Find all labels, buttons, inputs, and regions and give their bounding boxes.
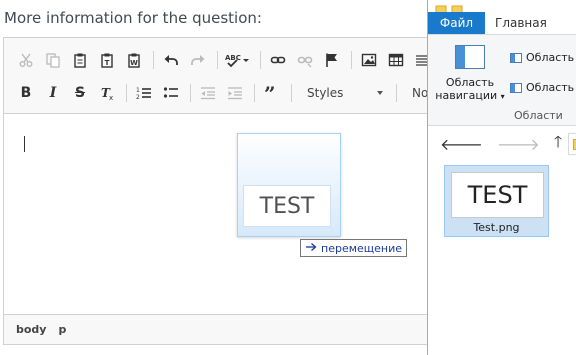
preview-pane-icon — [510, 52, 522, 63]
svg-text:x: x — [109, 94, 113, 101]
blockquote-icon[interactable]: ” — [260, 81, 284, 105]
toolbar-separator — [126, 84, 127, 102]
navigation-pane-button[interactable]: Область навигации ▾ — [434, 45, 506, 103]
file-item[interactable]: TEST Test.png — [444, 165, 549, 237]
svg-text:W: W — [130, 59, 138, 67]
toolbar-separator — [260, 51, 261, 69]
redo-icon[interactable] — [186, 48, 210, 72]
up-arrow-icon[interactable]: 🡑 — [554, 131, 562, 158]
remove-format-icon[interactable]: Tx — [95, 81, 119, 105]
ribbon-panel: Область навигации ▾ Область Область Обла… — [428, 34, 576, 126]
question-label: More information for the question: — [4, 9, 262, 27]
status-path-body[interactable]: body — [16, 323, 46, 336]
forward-arrow-icon[interactable]: 🡒 — [497, 134, 540, 154]
link-icon[interactable] — [266, 48, 290, 72]
strikethrough-button[interactable]: S — [68, 81, 92, 105]
unlink-icon[interactable] — [293, 48, 317, 72]
bulleted-list-icon[interactable] — [159, 81, 183, 105]
tab-home[interactable]: Главная — [485, 12, 557, 34]
spellcheck-icon[interactable]: ABC — [223, 48, 253, 72]
editor-status-path: body p — [4, 314, 442, 344]
svg-text:ABC: ABC — [225, 54, 241, 62]
paste-text-icon[interactable]: T — [95, 48, 119, 72]
drag-move-tooltip: перемещение — [300, 239, 408, 257]
copy-icon[interactable] — [41, 48, 65, 72]
status-path-p[interactable]: p — [58, 323, 66, 336]
details-pane-label: Область — [526, 81, 575, 94]
preview-pane-label: Область — [526, 51, 575, 64]
italic-button[interactable]: I — [41, 81, 65, 105]
preview-pane-button[interactable]: Область — [510, 51, 574, 64]
rich-text-editor[interactable]: T W ABC B I S T x 1 2 ” Styles body p — [3, 37, 452, 345]
editor-content-area[interactable] — [4, 114, 442, 314]
toolbar-separator — [291, 84, 292, 102]
toolbar-separator — [254, 84, 255, 102]
toolbar-row-1: T W ABC — [14, 47, 438, 73]
numbered-list-icon[interactable]: 12 — [132, 81, 156, 105]
image-icon[interactable] — [357, 48, 381, 72]
drag-ghost-image: TEST — [237, 133, 341, 237]
file-thumbnail: TEST — [451, 172, 544, 218]
explorer-titlebar — [428, 0, 576, 15]
nav-pane-label-2: навигации — [435, 89, 498, 102]
undo-icon[interactable] — [159, 48, 183, 72]
ribbon-group-label: Области — [514, 109, 563, 122]
navigation-pane-icon — [455, 45, 485, 69]
drag-tooltip-text: перемещение — [321, 241, 403, 255]
toolbar-separator — [396, 84, 397, 102]
svg-text:T: T — [105, 59, 110, 67]
indent-icon[interactable] — [223, 81, 247, 105]
svg-text:”: ” — [264, 85, 276, 101]
bold-button[interactable]: B — [14, 81, 38, 105]
details-pane-button[interactable]: Область — [510, 81, 574, 94]
svg-text:1: 1 — [136, 87, 140, 94]
move-arrow-icon — [305, 242, 317, 255]
anchor-flag-icon[interactable] — [320, 48, 344, 72]
paste-icon[interactable] — [68, 48, 92, 72]
table-icon[interactable] — [384, 48, 408, 72]
ribbon-tabs: Файл Главная — [428, 12, 576, 34]
nav-pane-label-1: Область — [445, 76, 495, 89]
text-cursor — [24, 136, 25, 152]
back-arrow-icon[interactable]: 🡐 — [440, 134, 483, 154]
explorer-navigation-bar: 🡐 🡒 🡑 › — [428, 130, 576, 158]
paste-word-icon[interactable]: W — [122, 48, 146, 72]
toolbar-row-2: B I S Tx 12 ” Styles — [14, 80, 452, 106]
svg-text:2: 2 — [136, 94, 140, 101]
toolbar-separator — [153, 51, 154, 69]
tab-file[interactable]: Файл — [428, 12, 485, 34]
toolbar-separator — [351, 51, 352, 69]
styles-dropdown-label: Styles — [307, 86, 344, 100]
styles-dropdown[interactable]: Styles — [297, 81, 389, 105]
cut-icon[interactable] — [14, 48, 38, 72]
file-name: Test.png — [473, 221, 520, 234]
toolbar-separator — [190, 84, 191, 102]
chevron-down-icon — [377, 91, 383, 95]
editor-toolbar: T W ABC B I S T x 1 2 ” Styles — [4, 38, 452, 114]
details-pane-icon — [510, 82, 522, 93]
address-bar[interactable]: › — [568, 133, 576, 155]
file-explorer-window: Файл Главная Область навигации ▾ Область… — [427, 0, 576, 355]
toolbar-separator — [217, 51, 218, 69]
outdent-icon[interactable] — [196, 81, 220, 105]
drag-thumbnail: TEST — [243, 185, 331, 227]
